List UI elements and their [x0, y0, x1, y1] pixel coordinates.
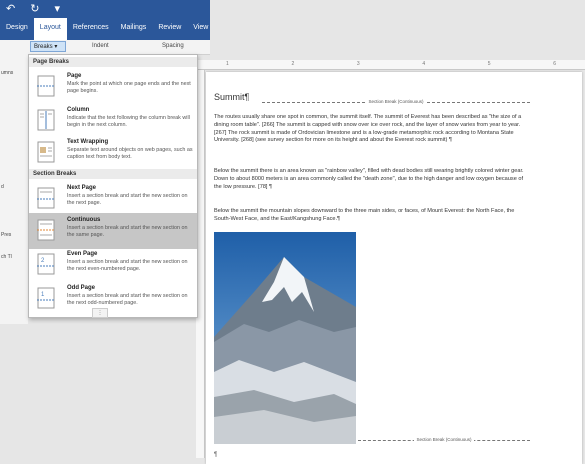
quick-access-toolbar[interactable]: ↶ ↻ ▾ [6, 2, 66, 15]
ruler-tick: 2 [291, 61, 295, 67]
menu-item-description: Indicate that the text following the col… [67, 115, 190, 128]
ribbon-tabs: Design Layout References Mailings Review… [0, 18, 210, 40]
section-break-marker: Section Break (Continuous) [262, 99, 530, 108]
menu-item-title: Page [67, 73, 82, 79]
page-breaks-header: Page Breaks [29, 57, 197, 67]
ruler-tick: 3 [356, 61, 360, 67]
breaks-dropdown-menu: Page Breaks Page Mark the point at which… [28, 54, 198, 318]
fragment-d: d [1, 184, 4, 190]
menu-item-description: Insert a section break and start the new… [67, 225, 188, 238]
section-breaks-header: Section Breaks [29, 169, 197, 179]
menu-item-description: Mark the point at which one page ends an… [67, 81, 191, 94]
heading-summit: Summit¶ [214, 92, 250, 102]
breaks-button[interactable]: Breaks ▾ [30, 41, 66, 52]
menu-item-description: Separate text around objects on web page… [67, 147, 193, 160]
tab-design[interactable]: Design [0, 18, 34, 40]
section-break-marker-bottom: Section Break (Continuous) [358, 437, 530, 446]
menu-item-even-page[interactable]: 2 Even Page Insert a section break and s… [29, 247, 197, 283]
menu-item-title: Continuous [67, 217, 101, 223]
ruler-tick: 5 [487, 61, 491, 67]
menu-item-title: Next Page [67, 185, 97, 191]
everest-photo[interactable] [214, 232, 356, 444]
odd-page-icon: 1 [37, 287, 55, 309]
ruler-tick: 1 [226, 61, 229, 67]
menu-item-description: Insert a section break and start the new… [67, 293, 188, 306]
menu-item-title: Even Page [67, 251, 98, 257]
paragraph-3: Below the summit the mountain slopes dow… [214, 208, 515, 222]
tab-review[interactable]: Review [152, 18, 187, 40]
fragment-pres: Pres [1, 232, 12, 238]
tab-layout[interactable]: Layout [33, 18, 67, 40]
indent-label: Indent [92, 43, 109, 49]
page-break-icon [37, 75, 55, 97]
horizontal-ruler[interactable]: 1 2 3 4 5 6 [196, 60, 585, 70]
menu-item-next-page[interactable]: Next Page Insert a section break and sta… [29, 181, 197, 217]
ribbon-group-bar: Breaks ▾ Indent Spacing [0, 40, 210, 55]
document-page[interactable]: Summit¶ Section Break (Continuous) The r… [206, 72, 582, 464]
paragraph-mark: ¶ [214, 452, 218, 458]
menu-item-text-wrapping[interactable]: Text Wrapping Separate text around objec… [29, 135, 197, 171]
menu-item-column[interactable]: Column Indicate that the text following … [29, 103, 197, 139]
text-wrapping-icon [37, 141, 55, 163]
menu-item-title: Text Wrapping [67, 139, 109, 145]
columns-fragment: umns [1, 70, 14, 76]
menu-item-description: Insert a section break and start the new… [67, 193, 188, 206]
menu-item-continuous[interactable]: Continuous Insert a section break and st… [29, 213, 197, 249]
tab-view[interactable]: View [187, 18, 214, 40]
ruler-tick: 4 [422, 61, 426, 67]
paragraph-2: Below the summit there is an area known … [214, 168, 524, 190]
continuous-break-icon [37, 219, 55, 241]
next-page-icon [37, 187, 55, 209]
paragraph-1: The routes usually share one spot in com… [214, 114, 522, 144]
spacing-label: Spacing [162, 43, 184, 49]
title-bar: ↶ ↻ ▾ [0, 0, 210, 18]
column-break-icon [37, 109, 55, 131]
tab-references[interactable]: References [67, 18, 115, 40]
menu-item-title: Column [67, 107, 90, 113]
ruler-tick: 6 [553, 61, 556, 67]
menu-item-page[interactable]: Page Mark the point at which one page en… [29, 69, 197, 105]
menu-item-description: Insert a section break and start the new… [67, 259, 188, 272]
menu-item-odd-page[interactable]: 1 Odd Page Insert a section break and st… [29, 281, 197, 317]
menu-item-title: Odd Page [67, 285, 96, 291]
ribbon-left-strip: umns d Pres ch Tl [0, 54, 28, 324]
fragment-ch: ch Tl [1, 254, 12, 260]
tab-mailings[interactable]: Mailings [115, 18, 153, 40]
even-page-icon: 2 [37, 253, 55, 275]
menu-resize-handle-icon[interactable]: ⋮ [92, 308, 108, 318]
